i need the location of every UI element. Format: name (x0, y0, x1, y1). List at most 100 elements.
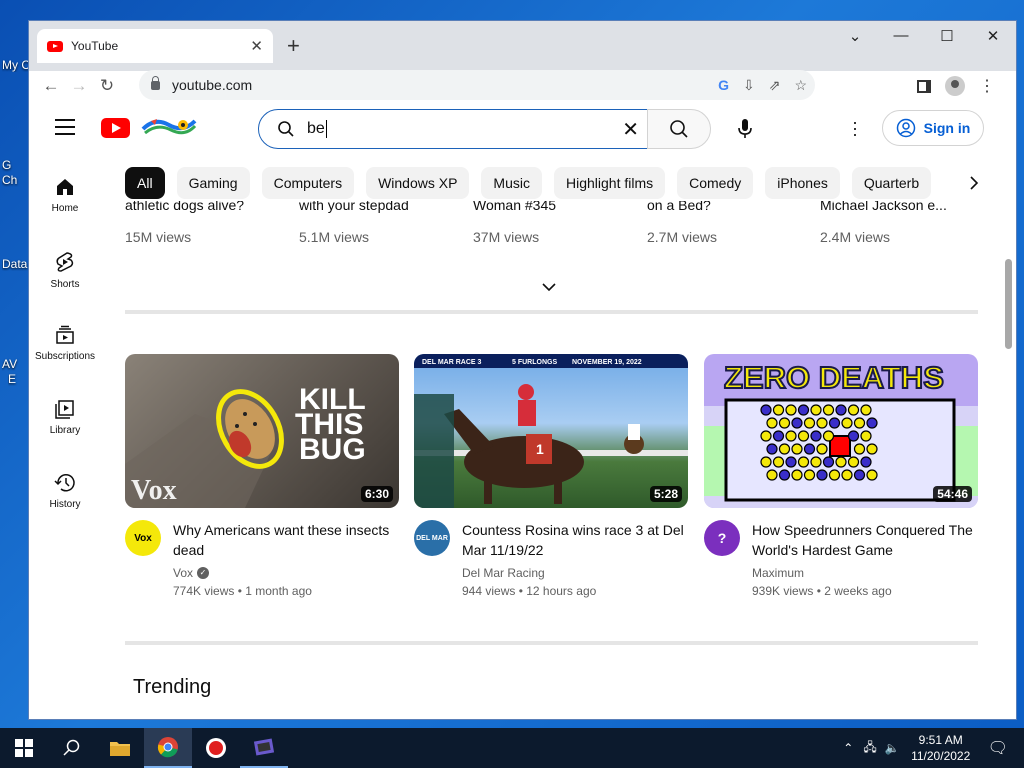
channel-name[interactable]: Vox (173, 566, 193, 580)
side-panel-icon[interactable] (917, 79, 931, 93)
sidebar-item-shorts[interactable]: Shorts (29, 235, 101, 309)
sidebar-item-home[interactable]: Home (29, 161, 101, 235)
list-item[interactable]: with your stepdad 5.1M views (299, 201, 469, 245)
video-title[interactable]: on a Bed? (647, 201, 817, 213)
clock-date: 11/20/2022 (911, 749, 971, 763)
enemy-dot (866, 443, 878, 455)
video-title[interactable]: Why Americans want these insects dead (173, 520, 399, 560)
doodle-logo-icon[interactable] (141, 115, 197, 139)
channel-avatar[interactable]: ? (704, 520, 740, 556)
desktop-icon-label[interactable]: Data (2, 257, 28, 271)
video-title[interactable]: Michael Jackson e... (820, 201, 985, 213)
view-count: 5.1M views (299, 229, 370, 245)
new-tab-button[interactable]: + (287, 33, 300, 59)
video-thumbnail[interactable]: DEL MAR RACE 3 5 FURLONGS NOVEMBER 19, 2… (414, 354, 688, 508)
address-bar[interactable]: youtube.com G ⇩ ⇗ ☆ (139, 70, 815, 100)
desktop-icon-label[interactable]: G (2, 158, 28, 172)
chip-iphones[interactable]: iPhones (765, 167, 840, 199)
share-icon[interactable]: ⇗ (769, 77, 781, 94)
search-icon (670, 120, 688, 138)
svg-text:Vox: Vox (131, 475, 177, 506)
minimize-button[interactable]: — (878, 27, 924, 44)
recorder-taskbar-button[interactable] (192, 728, 240, 768)
settings-menu-icon[interactable]: · · · (847, 113, 863, 143)
forward-button[interactable]: → (65, 76, 93, 96)
sidebar-item-history[interactable]: History (29, 457, 101, 531)
list-item[interactable]: athletic dogs alive? 15M views (125, 201, 295, 245)
channel-name[interactable]: Del Mar Racing (462, 566, 545, 580)
close-tab-icon[interactable]: ✕ (250, 37, 263, 55)
chip-windows-xp[interactable]: Windows XP (366, 167, 470, 199)
video-card[interactable]: KILL THIS BUG Vox 6:30 Vox Why Americans… (125, 354, 399, 598)
chip-comedy[interactable]: Comedy (677, 167, 754, 199)
channel-name[interactable]: Maximum (752, 566, 804, 580)
chips-next-button[interactable] (959, 167, 989, 199)
youtube-logo[interactable] (101, 118, 130, 138)
bug-illustration-icon: KILL THIS BUG Vox (125, 383, 366, 508)
page-scrollbar[interactable] (1005, 259, 1012, 349)
sign-in-button[interactable]: Sign in (882, 110, 984, 146)
video-editor-taskbar-button[interactable] (240, 728, 288, 768)
video-card[interactable]: DEL MAR RACE 3 5 FURLONGS NOVEMBER 19, 2… (414, 354, 688, 598)
film-icon (253, 738, 275, 756)
menu-icon[interactable] (55, 119, 75, 140)
chip-all[interactable]: All (125, 167, 165, 199)
chip-computers[interactable]: Computers (261, 167, 355, 199)
clock[interactable]: 9:51 AM 11/20/2022 (904, 732, 978, 764)
install-icon[interactable]: ⇩ (743, 77, 755, 94)
file-explorer-button[interactable] (96, 728, 144, 768)
enemy-dot (841, 417, 853, 429)
profile-icon[interactable] (945, 76, 965, 96)
chevron-down-icon (542, 283, 556, 292)
video-thumbnail[interactable]: KILL THIS BUG Vox 6:30 (125, 354, 399, 508)
chrome-menu-icon[interactable]: ⋮ (979, 76, 995, 96)
enemy-dot (810, 456, 822, 468)
video-thumbnail[interactable]: ZERO DEATHS 54:46 (704, 354, 978, 508)
clock-time: 9:51 AM (918, 733, 963, 747)
network-icon[interactable]: 🖧 (863, 738, 876, 759)
search-input[interactable]: be ✕ (258, 109, 648, 149)
sidebar-item-library[interactable]: Library (29, 383, 101, 457)
bookmark-star-icon[interactable]: ☆ (794, 77, 807, 94)
back-button[interactable]: ← (37, 76, 65, 96)
search-button[interactable] (647, 109, 711, 149)
google-icon[interactable]: G (718, 77, 729, 94)
video-title[interactable]: with your stepdad (299, 201, 469, 213)
notifications-icon[interactable]: 🗨 (988, 738, 1008, 758)
video-title[interactable]: How Speedrunners Conquered The World's H… (752, 520, 978, 560)
chrome-icon (157, 737, 178, 758)
channel-avatar[interactable]: Vox (125, 520, 161, 556)
start-button[interactable] (0, 728, 48, 768)
video-title[interactable]: athletic dogs alive? (125, 201, 295, 213)
close-window-button[interactable]: ✕ (970, 27, 1016, 45)
maximize-button[interactable]: ☐ (924, 27, 970, 45)
desktop-icon-label[interactable]: Ch (2, 173, 28, 187)
video-title[interactable]: Countess Rosina wins race 3 at Del Mar 1… (462, 520, 688, 560)
tab-youtube[interactable]: YouTube ✕ (37, 29, 273, 63)
taskbar-search-button[interactable] (48, 728, 96, 768)
show-more-button[interactable] (541, 279, 557, 297)
video-title[interactable]: Woman #345 (473, 201, 643, 213)
chip-gaming[interactable]: Gaming (176, 167, 250, 199)
chip-music[interactable]: Music (481, 167, 542, 199)
list-item[interactable]: on a Bed? 2.7M views (647, 201, 817, 245)
desktop-icon-label[interactable]: My C (2, 58, 28, 72)
sidebar-item-subscriptions[interactable]: Subscriptions (29, 309, 101, 383)
clear-search-icon[interactable]: ✕ (622, 117, 639, 142)
reload-button[interactable]: ↻ (93, 76, 121, 96)
tab-search-icon[interactable]: ⌄ (832, 27, 878, 45)
channel-avatar[interactable]: DEL MAR (414, 520, 450, 556)
chevron-up-icon[interactable]: ⌃ (843, 741, 853, 755)
chip-highlight-films[interactable]: Highlight films (553, 167, 666, 199)
video-card[interactable]: ZERO DEATHS 54:46 ? How Speedrunners Con… (704, 354, 978, 598)
chrome-taskbar-button[interactable] (144, 728, 192, 768)
volume-icon[interactable]: 🔈 (885, 741, 900, 755)
list-item[interactable]: Woman #345 37M views (473, 201, 643, 245)
chip-quarterbacks[interactable]: Quarterb (851, 167, 932, 199)
enemy-dot (822, 404, 835, 416)
sidebar-item-label: History (49, 499, 81, 510)
svg-text:DEL MAR RACE 3: DEL MAR RACE 3 (422, 359, 481, 366)
voice-search-button[interactable] (725, 109, 765, 149)
desktop-icon-label[interactable]: AV (2, 357, 28, 371)
list-item[interactable]: Michael Jackson e... 2.4M views (820, 201, 985, 245)
